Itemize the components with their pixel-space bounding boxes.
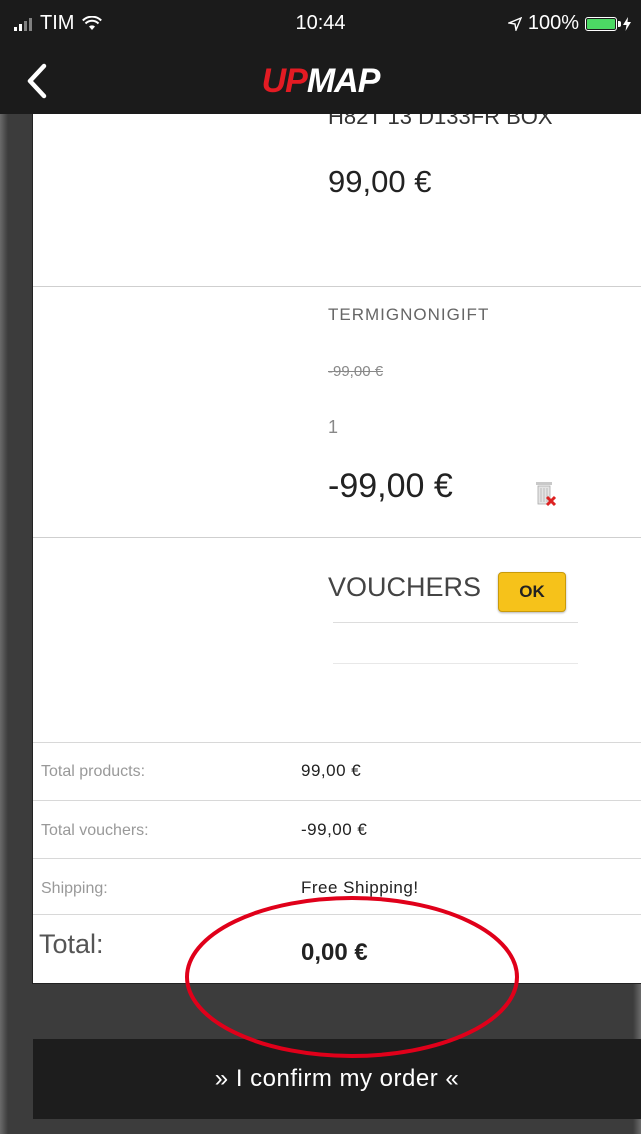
shipping-row: Shipping: Free Shipping! (33, 858, 641, 915)
cart-product-row: H82T 13 D133FR BOX 99,00 € (33, 114, 641, 287)
total-vouchers-row: Total vouchers: -99,00 € (33, 800, 641, 859)
voucher-code-input[interactable] (333, 622, 578, 664)
battery-percent: 100% (527, 12, 579, 34)
shipping-label: Shipping: (41, 880, 108, 897)
status-right: 100% (507, 12, 631, 35)
product-name: H82T 13 D133FR BOX (328, 114, 553, 129)
charging-bolt-icon (623, 16, 631, 31)
product-price: 99,00 € (328, 164, 432, 199)
phone-screen: TIM 10:44 100% UPMAP H82T 13 D133FR BOX … (0, 0, 641, 1134)
location-arrow-icon (507, 16, 522, 31)
status-bar: TIM 10:44 100% (0, 0, 641, 48)
logo-map: MAP (306, 62, 381, 100)
voucher-quantity: 1 (328, 417, 339, 437)
shipping-value: Free Shipping! (301, 878, 419, 897)
vouchers-label: VOUCHERS (328, 572, 482, 602)
logo-up: UP (261, 62, 308, 100)
cart-content: H82T 13 D133FR BOX 99,00 € TERMIGNONIGIF… (32, 114, 641, 984)
voucher-price-old: -99,00 € (328, 363, 384, 380)
total-products-value: 99,00 € (301, 761, 362, 780)
total-value: 0,00 € (301, 939, 368, 966)
total-products-row: Total products: 99,00 € (33, 742, 641, 801)
total-row: Total: 0,00 € (33, 914, 641, 983)
total-label: Total: (39, 929, 104, 959)
voucher-name: TERMIGNONIGIFT (328, 305, 490, 324)
voucher-price: -99,00 € (328, 467, 453, 505)
total-products-label: Total products: (41, 763, 146, 780)
confirm-order-button[interactable]: » I confirm my order « (33, 1039, 641, 1119)
nav-bar: UPMAP (0, 48, 641, 114)
total-vouchers-value: -99,00 € (301, 820, 368, 839)
voucher-code-form: VOUCHERS OK (33, 538, 641, 738)
total-vouchers-label: Total vouchers: (41, 822, 149, 839)
voucher-ok-button[interactable]: OK (498, 572, 566, 612)
app-logo: UPMAP (0, 62, 641, 101)
battery-icon (585, 16, 621, 31)
cart-voucher-row: TERMIGNONIGIFT -99,00 € 1 -99,00 € (33, 287, 641, 538)
trash-delete-icon[interactable] (533, 479, 557, 507)
